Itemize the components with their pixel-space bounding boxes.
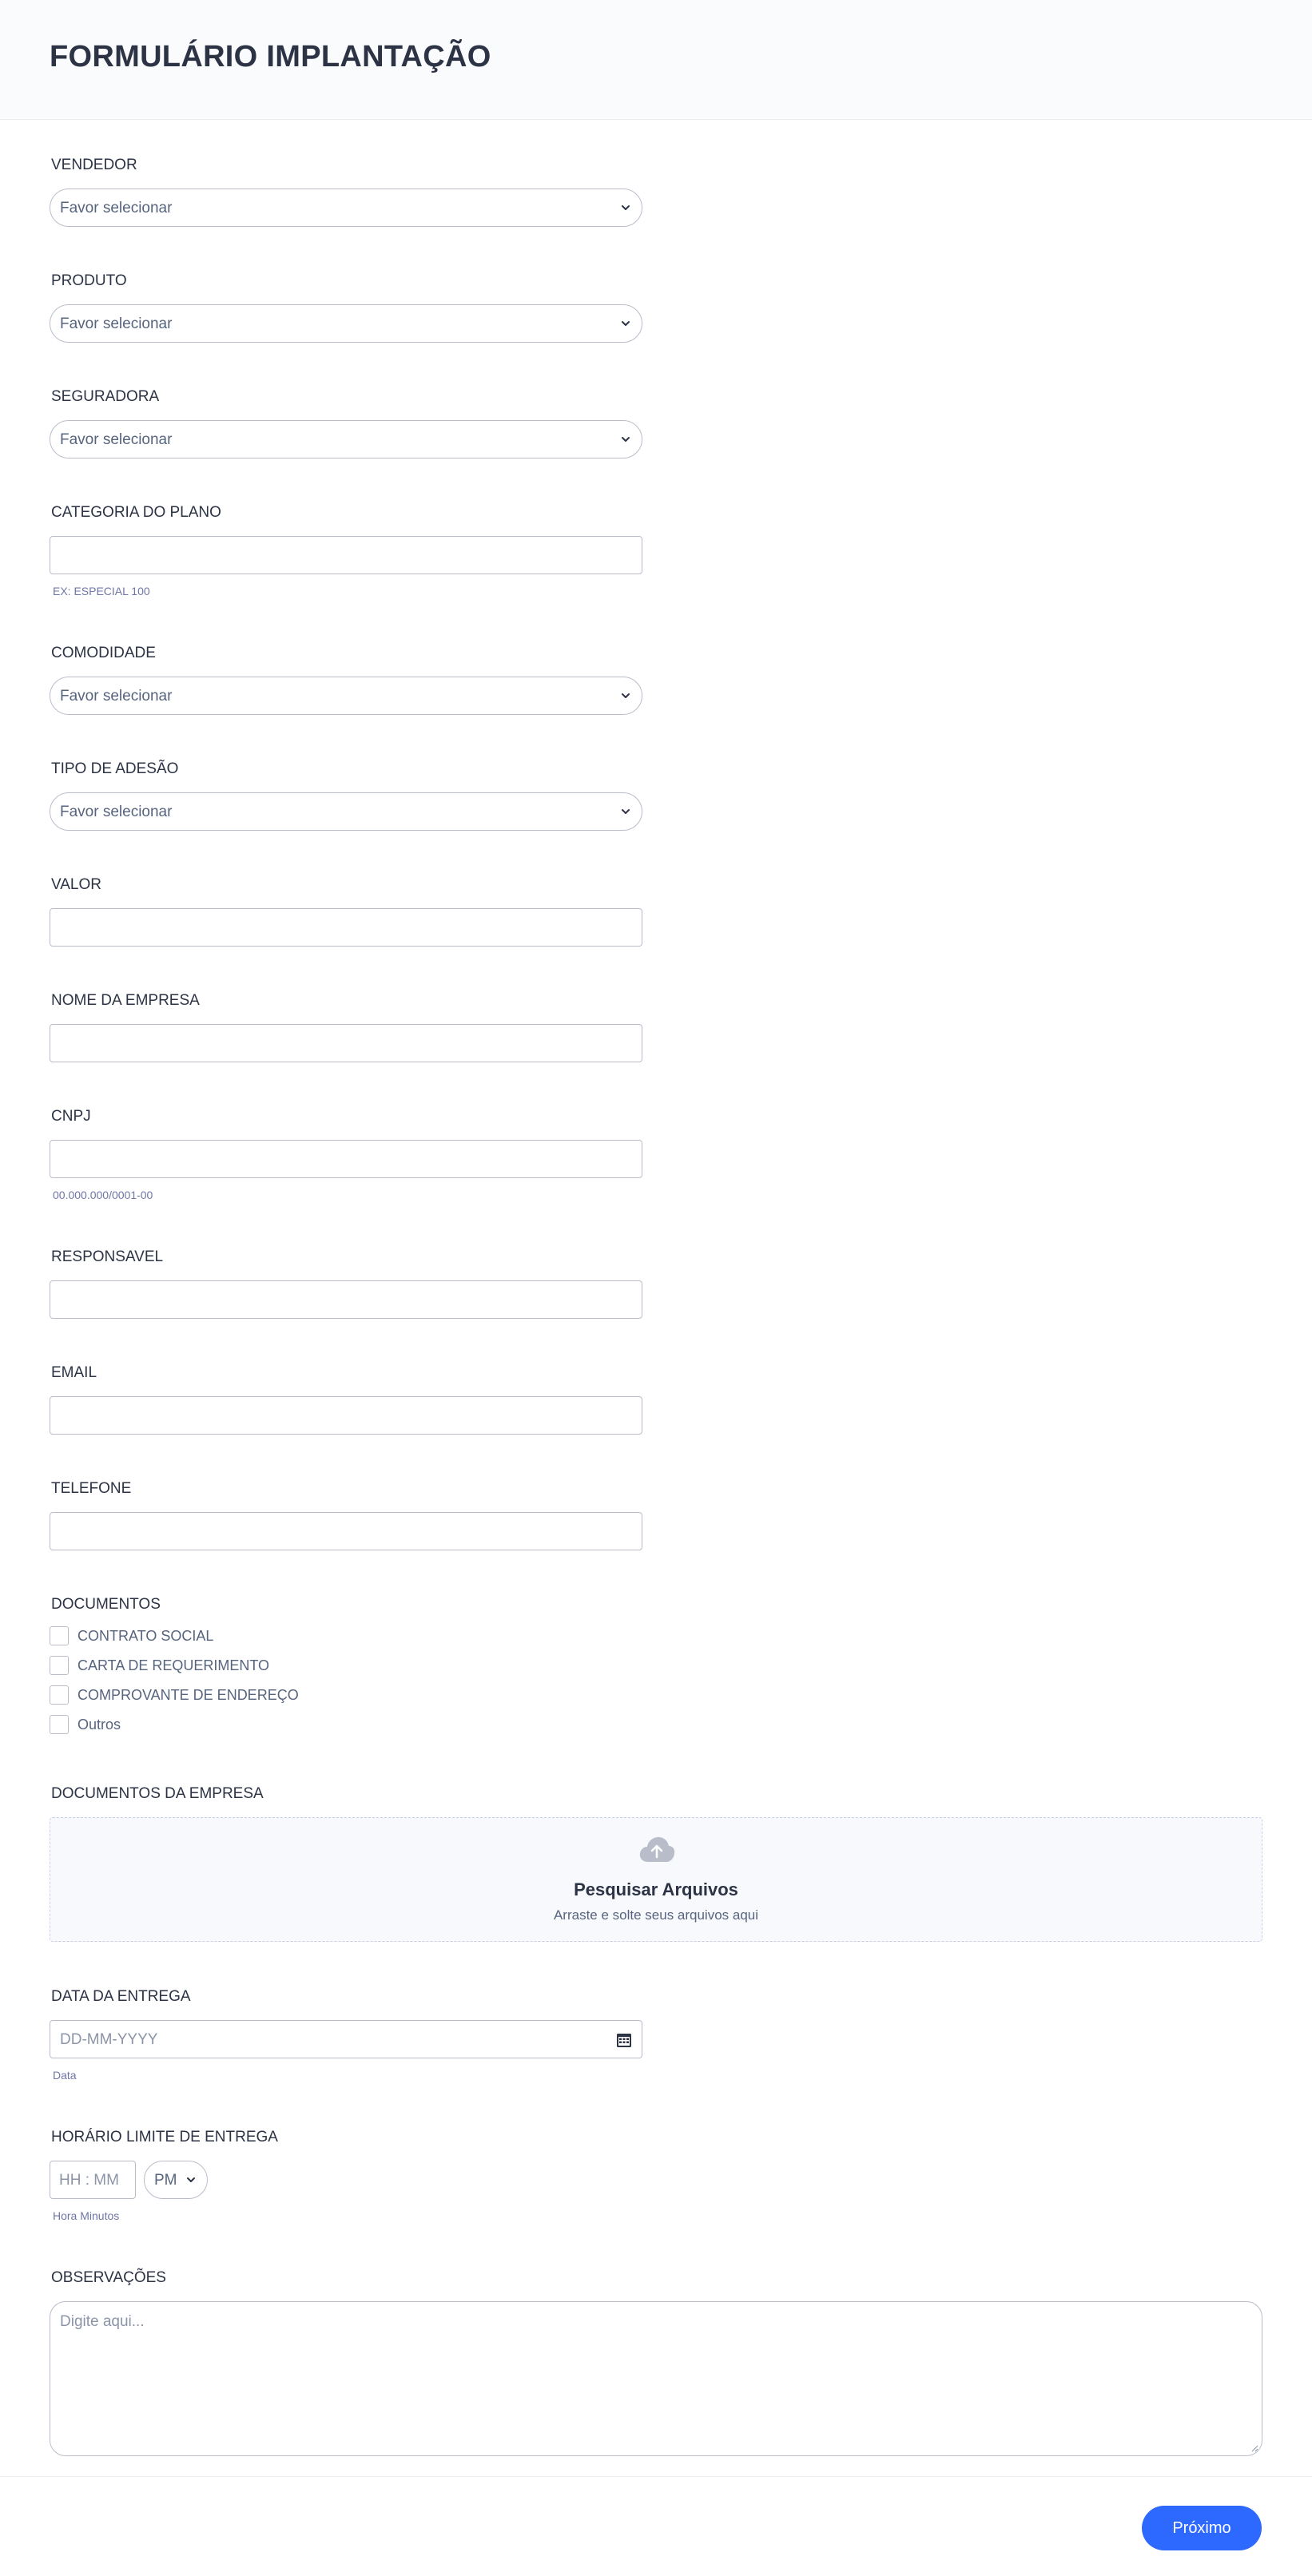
time-input[interactable]: HH : MM: [50, 2161, 136, 2199]
responsavel-label: RESPONSAVEL: [51, 1248, 164, 1265]
checkbox-label: CARTA DE REQUERIMENTO: [78, 1657, 270, 1673]
date-input[interactable]: DD-MM-YYYY: [50, 2020, 642, 2058]
chevron-down-icon: [622, 205, 630, 210]
tipo-adesao-select[interactable]: Favor selecionar: [50, 792, 642, 831]
checkbox-label: COMPROVANTE DE ENDEREÇO: [78, 1687, 299, 1703]
categoria-sublabel: EX: ESPECIAL 100: [53, 585, 150, 597]
chevron-down-icon: [622, 809, 630, 814]
comodidade-label: COMODIDADE: [51, 645, 156, 661]
produto-selected-value: Favor selecionar: [60, 316, 173, 332]
form-footer: Próximo: [0, 2476, 1312, 2576]
seguradora-selected-value: Favor selecionar: [60, 431, 173, 448]
categoria-input[interactable]: [50, 536, 642, 574]
upload-cloud-icon: [639, 1837, 675, 1862]
cnpj-label: CNPJ: [51, 1108, 91, 1125]
time-placeholder: HH : MM: [59, 2172, 119, 2189]
checkbox[interactable]: [50, 1715, 69, 1734]
valor-input[interactable]: [50, 908, 642, 947]
observacoes-textarea[interactable]: Digite aqui...: [50, 2301, 1262, 2456]
cnpj-input[interactable]: [50, 1140, 642, 1178]
date-sublabel: Data: [53, 2069, 77, 2082]
calendar-icon[interactable]: [616, 2032, 632, 2048]
vendedor-select[interactable]: Favor selecionar: [50, 189, 642, 227]
checkbox-label: Outros: [78, 1717, 121, 1733]
valor-label: VALOR: [51, 876, 102, 893]
telefone-input[interactable]: [50, 1512, 642, 1550]
responsavel-input[interactable]: [50, 1280, 642, 1319]
telefone-label: TELEFONE: [51, 1480, 132, 1497]
nome-empresa-input[interactable]: [50, 1024, 642, 1062]
textarea-placeholder: Digite aqui...: [60, 2313, 145, 2330]
chevron-down-icon: [622, 321, 630, 326]
chevron-down-icon: [622, 693, 630, 698]
checkbox[interactable]: [50, 1626, 69, 1645]
file-upload-dropzone[interactable]: Pesquisar Arquivos Arraste e solte seus …: [50, 1817, 1262, 1942]
upload-subtitle: Arraste e solte seus arquivos aqui: [553, 1907, 759, 1923]
produto-select[interactable]: Favor selecionar: [50, 304, 642, 343]
form-title: FORMULÁRIO IMPLANTAÇÃO: [50, 40, 491, 73]
chevron-down-icon: [622, 437, 630, 442]
email-input[interactable]: [50, 1396, 642, 1435]
checkbox[interactable]: [50, 1656, 69, 1675]
checkbox-label: CONTRATO SOCIAL: [78, 1628, 214, 1644]
tipo-adesao-selected-value: Favor selecionar: [60, 804, 173, 820]
tipo-adesao-label: TIPO DE ADESÃO: [51, 760, 179, 777]
comodidade-select[interactable]: Favor selecionar: [50, 677, 642, 715]
nome-empresa-label: NOME DA EMPRESA: [51, 992, 200, 1009]
seguradora-label: SEGURADORA: [51, 388, 160, 405]
documentos-label: DOCUMENTOS: [51, 1596, 161, 1613]
data-entrega-label: DATA DA ENTREGA: [51, 1988, 191, 2005]
categoria-label: CATEGORIA DO PLANO: [51, 504, 221, 521]
form-header: FORMULÁRIO IMPLANTAÇÃO: [0, 0, 1312, 120]
seguradora-select[interactable]: Favor selecionar: [50, 420, 642, 458]
chevron-down-icon: [187, 2177, 195, 2182]
documentos-empresa-label: DOCUMENTOS DA EMPRESA: [51, 1785, 264, 1802]
next-button[interactable]: Próximo: [1142, 2506, 1262, 2550]
produto-label: PRODUTO: [51, 272, 127, 289]
ampm-value: PM: [154, 2172, 177, 2189]
upload-title: Pesquisar Arquivos: [574, 1879, 738, 1899]
vendedor-label: VENDEDOR: [51, 157, 137, 173]
vendedor-selected-value: Favor selecionar: [60, 200, 173, 216]
horario-label: HORÁRIO LIMITE DE ENTREGA: [51, 2129, 278, 2145]
comodidade-selected-value: Favor selecionar: [60, 688, 173, 705]
ampm-select[interactable]: PM: [144, 2161, 208, 2199]
observacoes-label: OBSERVAÇÕES: [51, 2269, 166, 2286]
time-sublabel: Hora Minutos: [53, 2209, 120, 2222]
resize-handle-icon[interactable]: [1250, 2444, 1258, 2452]
cnpj-sublabel: 00.000.000/0001-00: [53, 1189, 153, 1201]
date-placeholder: DD-MM-YYYY: [60, 2031, 158, 2048]
email-label: EMAIL: [51, 1364, 97, 1381]
checkbox[interactable]: [50, 1685, 69, 1705]
